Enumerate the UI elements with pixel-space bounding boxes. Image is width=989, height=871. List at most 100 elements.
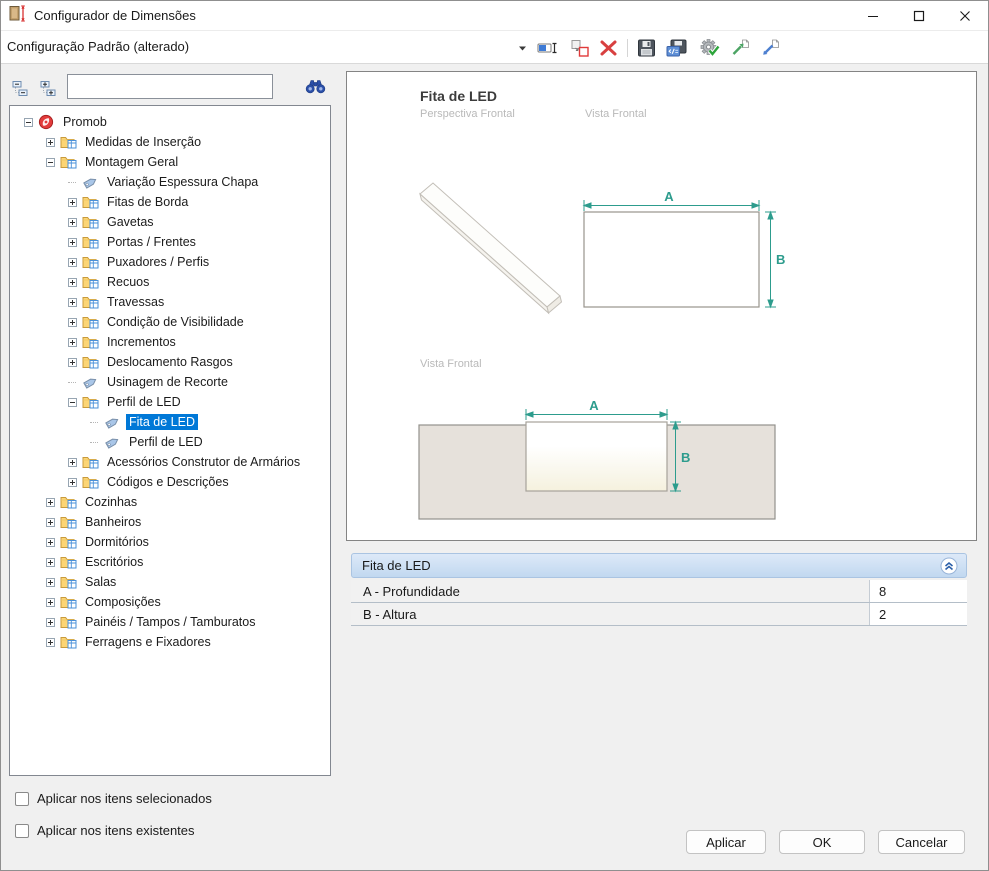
tree-search-input[interactable]: [67, 74, 273, 99]
option-aplicar-nos-itens-existentes[interactable]: Aplicar nos itens existentes: [15, 823, 195, 838]
expand-node-icon[interactable]: [68, 478, 77, 487]
tag-icon: [82, 375, 100, 390]
tree-item-variacao-espessura-chapa[interactable]: Variação Espessura Chapa: [10, 172, 330, 192]
tree-item-fita-de-led[interactable]: Fita de LED: [10, 412, 330, 432]
expand-node-icon[interactable]: [68, 318, 77, 327]
maximize-button[interactable]: [896, 1, 942, 31]
tree-item-condicao-de-visibilidade[interactable]: Condição de Visibilidade: [10, 312, 330, 332]
app-icon: [9, 5, 28, 27]
collapse-group-button[interactable]: [940, 557, 958, 575]
delete-config-button[interactable]: [598, 36, 619, 60]
tree-item-codigos-e-descricoes[interactable]: Códigos e Descrições: [10, 472, 330, 492]
export-config-button[interactable]: [729, 36, 751, 60]
collapse-all-button[interactable]: [11, 79, 29, 97]
expand-node-icon[interactable]: [68, 358, 77, 367]
collapse-node-icon[interactable]: [68, 398, 77, 407]
expand-node-icon[interactable]: [68, 298, 77, 307]
tree-item-ferragens-e-fixadores[interactable]: Ferragens e Fixadores: [10, 632, 330, 652]
tree-item-promob[interactable]: Promob: [10, 112, 330, 132]
checkbox-label: Aplicar nos itens selecionados: [37, 791, 212, 806]
ok-button[interactable]: OK: [779, 830, 865, 854]
close-button[interactable]: [942, 1, 988, 31]
duplicate-config-button[interactable]: [569, 36, 590, 60]
diagram-panel: Fita de LED Perspectiva Frontal Vista Fr…: [346, 71, 977, 541]
tree-item-portas-frentes[interactable]: Portas / Frentes: [10, 232, 330, 252]
expand-node-icon[interactable]: [68, 258, 77, 267]
property-value-input[interactable]: [869, 580, 967, 602]
tree-item-label: Medidas de Inserção: [82, 134, 204, 150]
property-value-input[interactable]: [869, 603, 967, 625]
apply-config-gear-button[interactable]: [698, 36, 721, 60]
toolbar: Configuração Padrão (alterado): [1, 31, 988, 64]
tree-item-salas[interactable]: Salas: [10, 572, 330, 592]
tree-item-medidas-de-insercao[interactable]: Medidas de Inserção: [10, 132, 330, 152]
tree-item-label: Gavetas: [104, 214, 157, 230]
config-dropdown-button[interactable]: [517, 36, 528, 60]
folder-icon: [60, 495, 78, 509]
expand-node-icon[interactable]: [68, 218, 77, 227]
expand-node-icon[interactable]: [46, 598, 55, 607]
tree-item-escritorios[interactable]: Escritórios: [10, 552, 330, 572]
tree-item-label: Escritórios: [82, 554, 146, 570]
expand-node-icon[interactable]: [46, 498, 55, 507]
tree-item-label: Acessórios Construtor de Armários: [104, 454, 303, 470]
expand-node-icon[interactable]: [46, 578, 55, 587]
collapse-node-icon[interactable]: [24, 118, 33, 127]
expand-node-icon[interactable]: [68, 278, 77, 287]
expand-node-icon[interactable]: [46, 518, 55, 527]
tree-item-paineis-tampos-tamburatos[interactable]: Painéis / Tampos / Tamburatos: [10, 612, 330, 632]
cancel-button[interactable]: Cancelar: [878, 830, 965, 854]
tree-item-label: Perfil de LED: [104, 394, 184, 410]
tree-item-label: Cozinhas: [82, 494, 140, 510]
promob-icon: [38, 114, 56, 130]
tree-item-perfil-de-led[interactable]: Perfil de LED: [10, 392, 330, 412]
rename-config-button[interactable]: [536, 36, 561, 60]
folder-icon: [82, 195, 100, 209]
expand-node-icon[interactable]: [68, 338, 77, 347]
expand-node-icon[interactable]: [46, 138, 55, 147]
expand-node-icon[interactable]: [68, 238, 77, 247]
tree-item-banheiros[interactable]: Banheiros: [10, 512, 330, 532]
expand-node-icon[interactable]: [46, 558, 55, 567]
folder-icon: [82, 355, 100, 369]
checkbox-aplicar-nos-itens-existentes[interactable]: [15, 824, 29, 838]
tree-item-label: Composições: [82, 594, 164, 610]
save-export-config-button[interactable]: [665, 36, 690, 60]
tree-item-fitas-de-borda[interactable]: Fitas de Borda: [10, 192, 330, 212]
tree-item-label: Banheiros: [82, 514, 144, 530]
minimize-button[interactable]: [850, 1, 896, 31]
tree-item-label: Portas / Frentes: [104, 234, 199, 250]
checkbox-aplicar-nos-itens-selecionados[interactable]: [15, 792, 29, 806]
tree-item-composicoes[interactable]: Composições: [10, 592, 330, 612]
expand-node-icon[interactable]: [46, 538, 55, 547]
tree-item-incrementos[interactable]: Incrementos: [10, 332, 330, 352]
tree-item-acessorios-construtor-de-armarios[interactable]: Acessórios Construtor de Armários: [10, 452, 330, 472]
tree-item-travessas[interactable]: Travessas: [10, 292, 330, 312]
tree-item-cozinhas[interactable]: Cozinhas: [10, 492, 330, 512]
expand-node-icon[interactable]: [68, 458, 77, 467]
tree-item-gavetas[interactable]: Gavetas: [10, 212, 330, 232]
expand-node-icon[interactable]: [46, 638, 55, 647]
configuration-name-combobox[interactable]: Configuração Padrão (alterado): [7, 39, 189, 54]
save-button[interactable]: [636, 36, 657, 60]
titlebar: Configurador de Dimensões: [1, 1, 988, 31]
option-aplicar-nos-itens-selecionados[interactable]: Aplicar nos itens selecionados: [15, 791, 212, 806]
folder-icon: [82, 475, 100, 489]
tree-item-recuos[interactable]: Recuos: [10, 272, 330, 292]
apply-button[interactable]: Aplicar: [686, 830, 766, 854]
tree-item-perfil-de-led[interactable]: Perfil de LED: [10, 432, 330, 452]
collapse-node-icon[interactable]: [46, 158, 55, 167]
property-group-header[interactable]: Fita de LED: [351, 553, 967, 578]
tree-item-deslocamento-rasgos[interactable]: Deslocamento Rasgos: [10, 352, 330, 372]
tree-item-usinagem-de-recorte[interactable]: Usinagem de Recorte: [10, 372, 330, 392]
tree-item-label: Deslocamento Rasgos: [104, 354, 236, 370]
expand-node-icon[interactable]: [46, 618, 55, 627]
tree-item-dormitorios[interactable]: Dormitórios: [10, 532, 330, 552]
expand-all-button[interactable]: [39, 79, 57, 97]
search-binoculars-button[interactable]: [304, 77, 326, 95]
import-config-button[interactable]: [759, 36, 781, 60]
expand-node-icon[interactable]: [68, 198, 77, 207]
tree-item-puxadores-perfis[interactable]: Puxadores / Perfis: [10, 252, 330, 272]
tree-item-montagem-geral[interactable]: Montagem Geral: [10, 152, 330, 172]
folder-icon: [82, 335, 100, 349]
